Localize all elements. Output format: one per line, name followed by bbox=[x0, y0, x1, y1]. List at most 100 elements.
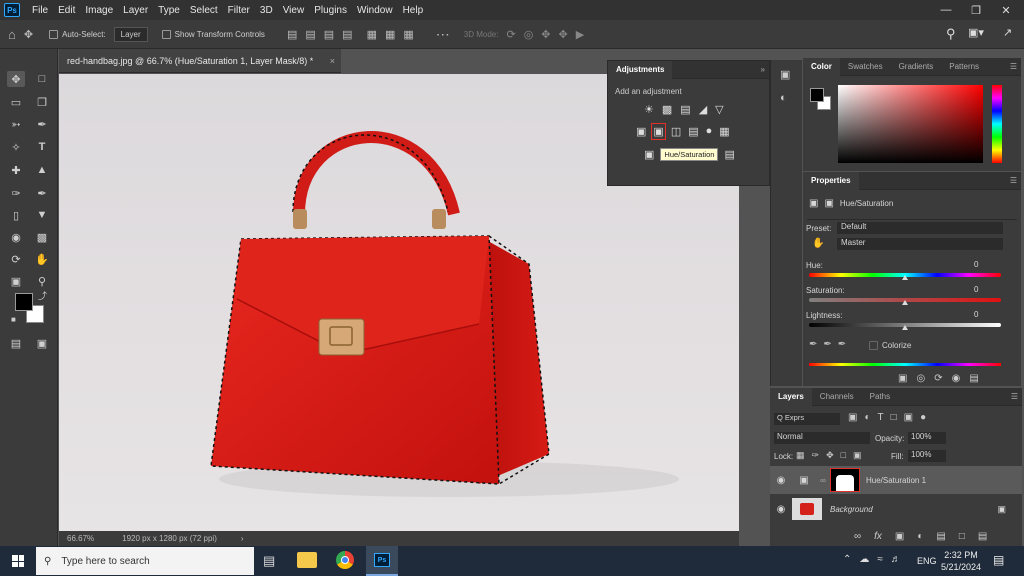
language-indicator[interactable]: ENG bbox=[917, 556, 937, 566]
restore-icon[interactable]: ❐ bbox=[962, 0, 990, 20]
adjustment-layer-icon[interactable]: ▣ bbox=[809, 198, 818, 209]
new-group-icon[interactable]: ▤ bbox=[936, 531, 945, 542]
delete-icon[interactable]: ▤ bbox=[969, 373, 978, 384]
opacity-field[interactable]: 100% bbox=[908, 432, 946, 444]
layer-name[interactable]: Hue/Saturation 1 bbox=[866, 476, 926, 485]
search-icon[interactable]: ⚲ bbox=[946, 26, 956, 42]
edit-toolbar-icon[interactable]: ▤ bbox=[7, 335, 25, 351]
saturation-value[interactable]: 0 bbox=[974, 285, 978, 294]
crop-tool-icon[interactable]: ❐ bbox=[33, 94, 51, 110]
network-icon[interactable]: ☁ bbox=[859, 554, 869, 565]
mask-icon[interactable]: ▣ bbox=[824, 198, 833, 209]
lasso-tool-icon[interactable]: ➳ bbox=[7, 116, 25, 132]
camera-3d-icon[interactable]: ▶ bbox=[576, 28, 584, 41]
menu-image[interactable]: Image bbox=[80, 5, 118, 16]
color-fg-swatch[interactable] bbox=[810, 88, 824, 102]
menu-help[interactable]: Help bbox=[398, 5, 429, 16]
layer-row-hue-saturation[interactable]: ◉ ▣ ∞ Hue/Saturation 1 bbox=[770, 466, 1022, 494]
home-icon[interactable]: ⌂ bbox=[8, 27, 16, 42]
taskbar-search[interactable]: ⚲ Type here to search bbox=[36, 547, 254, 575]
vibrance-icon[interactable]: ▽ bbox=[715, 103, 723, 116]
gradient-tool-icon[interactable]: ▩ bbox=[33, 229, 51, 245]
filter-shape-icon[interactable]: □ bbox=[891, 412, 897, 423]
filter-toggle-icon[interactable]: ● bbox=[920, 412, 926, 423]
minimize-icon[interactable]: — bbox=[932, 0, 960, 20]
reset-icon[interactable]: ⟳ bbox=[934, 373, 942, 384]
eyedropper-minus-icon[interactable]: ✒ bbox=[838, 339, 846, 350]
panel-close-icon[interactable]: » bbox=[761, 65, 765, 74]
tab-paths[interactable]: Paths bbox=[862, 388, 898, 406]
lock-transparent-icon[interactable]: ▦ bbox=[796, 450, 805, 461]
chrome-icon[interactable] bbox=[336, 551, 354, 569]
document-tab[interactable]: red-handbag.jpg @ 66.7% (Hue/Saturation … bbox=[59, 49, 341, 73]
hue-slider-thumb[interactable] bbox=[902, 275, 908, 280]
menu-edit[interactable]: Edit bbox=[53, 5, 80, 16]
menu-type[interactable]: Type bbox=[153, 5, 185, 16]
distribute-icon[interactable]: ▦ bbox=[367, 28, 377, 41]
foreground-color-swatch[interactable] bbox=[15, 293, 33, 311]
panel-menu-icon[interactable]: ☰ bbox=[1011, 392, 1018, 401]
layer-name[interactable]: Background bbox=[830, 505, 873, 514]
share-icon[interactable]: ↗ bbox=[1003, 26, 1012, 39]
brush-tool-icon[interactable]: ✑ bbox=[7, 185, 25, 201]
exposure-icon[interactable]: ◢ bbox=[699, 103, 707, 116]
tab-channels[interactable]: Channels bbox=[812, 388, 862, 406]
delete-layer-icon[interactable]: ▤ bbox=[978, 531, 987, 542]
workspace-icon[interactable]: ▣▾ bbox=[968, 26, 984, 39]
filter-adjustment-icon[interactable]: ◐ bbox=[864, 412, 870, 423]
view-previous-icon[interactable]: ◎ bbox=[916, 373, 925, 384]
more-options-icon[interactable]: ⋯ bbox=[436, 26, 450, 43]
close-tab-icon[interactable]: × bbox=[330, 56, 335, 66]
path-select-icon[interactable]: ▲ bbox=[33, 162, 51, 178]
photo-filter-icon[interactable]: ▤ bbox=[688, 125, 698, 138]
saturation-slider-thumb[interactable] bbox=[902, 300, 908, 305]
lock-paint-icon[interactable]: ✑ bbox=[812, 450, 820, 461]
distribute-bottom-icon[interactable]: ▦ bbox=[403, 28, 413, 41]
volume-icon[interactable]: ♬ bbox=[891, 554, 901, 565]
zoom-level[interactable]: 66.67% bbox=[67, 534, 94, 543]
pen-tool-icon[interactable]: ✒ bbox=[33, 185, 51, 201]
notification-icon[interactable]: ▤ bbox=[993, 553, 1004, 567]
menu-file[interactable]: File bbox=[27, 5, 53, 16]
eyedropper-icon[interactable]: ✒ bbox=[809, 339, 817, 350]
adjustments-dock-icon[interactable]: ◐ bbox=[780, 92, 787, 104]
levels-icon[interactable]: ▩ bbox=[662, 103, 672, 116]
lock-all-icon[interactable]: ▣ bbox=[853, 450, 862, 461]
tab-patterns[interactable]: Patterns bbox=[941, 58, 987, 76]
add-mask-icon[interactable]: ▣ bbox=[895, 531, 904, 542]
preset-dropdown[interactable]: Default bbox=[837, 222, 1003, 234]
align-top-icon[interactable]: ▤ bbox=[342, 28, 352, 41]
windows-start-icon[interactable] bbox=[12, 555, 24, 567]
blend-mode-dropdown[interactable]: Normal bbox=[774, 432, 870, 444]
roll-3d-icon[interactable]: ◎ bbox=[524, 28, 534, 41]
tray-chevron-icon[interactable]: ⌃ bbox=[843, 554, 851, 565]
quick-mask-icon[interactable]: ▣ bbox=[7, 273, 25, 289]
align-center-icon[interactable]: ▤ bbox=[305, 28, 315, 41]
layer-mask-thumbnail[interactable] bbox=[830, 468, 860, 492]
tab-swatches[interactable]: Swatches bbox=[840, 58, 891, 76]
clock[interactable]: 2:32 PM 5/21/2024 bbox=[940, 549, 982, 573]
transform-controls-checkbox[interactable]: Show Transform Controls bbox=[161, 29, 265, 39]
clip-to-layer-icon[interactable]: ▣ bbox=[898, 373, 907, 384]
layer-row-background[interactable]: ◉ Background ▣ bbox=[770, 495, 1022, 523]
tab-color[interactable]: Color bbox=[803, 57, 840, 76]
swap-colors-icon[interactable]: ⤴ bbox=[38, 289, 47, 302]
layer-filter-dropdown[interactable]: Q Exprs bbox=[774, 413, 840, 425]
channel-mixer-icon[interactable]: ● bbox=[706, 125, 713, 138]
tab-gradients[interactable]: Gradients bbox=[891, 58, 942, 76]
visibility-eye-icon[interactable]: ◉ bbox=[770, 475, 792, 486]
hand-tool-icon[interactable]: ✋ bbox=[33, 251, 51, 267]
tab-layers[interactable]: Layers bbox=[770, 387, 812, 406]
close-icon[interactable]: ✕ bbox=[992, 0, 1020, 20]
filter-smart-icon[interactable]: ▣ bbox=[904, 412, 913, 423]
color-lookup-icon[interactable]: ▦ bbox=[719, 125, 729, 138]
distribute-middle-icon[interactable]: ▦ bbox=[385, 28, 395, 41]
hue-value[interactable]: 0 bbox=[974, 260, 978, 269]
artboard-tool-icon[interactable]: □ bbox=[33, 71, 51, 87]
lock-position-icon[interactable]: ✥ bbox=[826, 450, 834, 461]
targeted-adjust-icon[interactable]: ✋ bbox=[812, 238, 824, 249]
new-layer-icon[interactable]: □ bbox=[959, 531, 965, 542]
blur-tool-icon[interactable]: ◉ bbox=[7, 229, 25, 245]
menu-select[interactable]: Select bbox=[185, 5, 223, 16]
slide-3d-icon[interactable]: ✥ bbox=[559, 28, 568, 41]
